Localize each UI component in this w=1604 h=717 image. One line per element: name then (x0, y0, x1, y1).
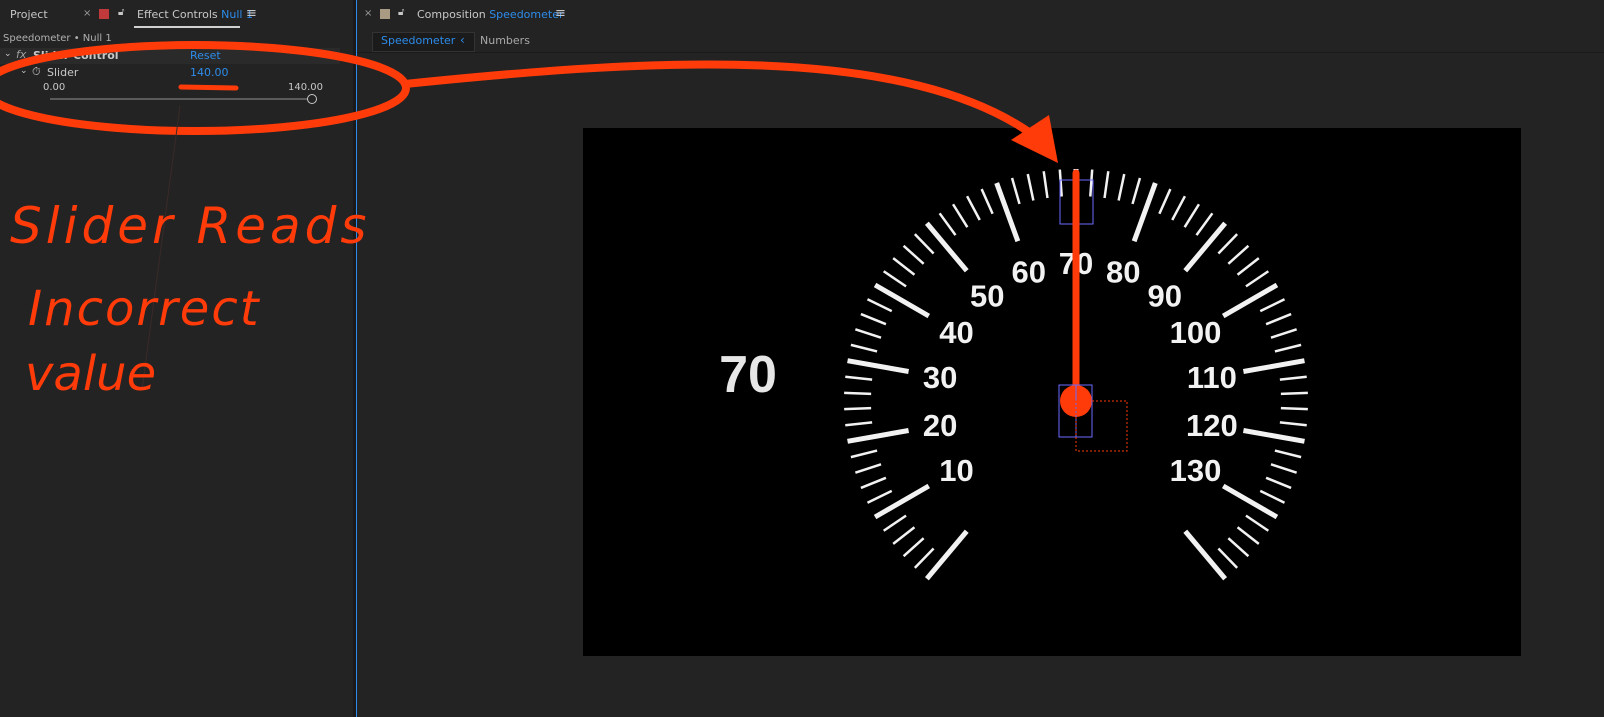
subtab-speedometer-label: Speedometer (381, 34, 456, 47)
fx-icon[interactable]: fx (16, 48, 26, 61)
slider-range-min: 0.00 (43, 82, 66, 93)
lock-icon[interactable]: 🔓︎ (398, 7, 404, 18)
tab-composition[interactable]: Composition Speedometer (417, 8, 564, 21)
tab-effect-controls[interactable]: Effect Controls Null 1 (137, 8, 253, 21)
effect-controls-panel: Project × 🔓︎ Effect Controls Null 1 ≡ Sp… (0, 0, 353, 717)
right-tab-bar: × 🔓︎ Composition Speedometer ≡ (356, 0, 1604, 30)
stopwatch-icon[interactable]: ⏱︎ (32, 65, 41, 79)
twirl-chevron-icon[interactable]: ⌄ (4, 49, 12, 59)
left-tab-bar: Project × 🔓︎ Effect Controls Null 1 ≡ (0, 0, 353, 30)
slider-handle[interactable] (307, 94, 317, 104)
twirl-chevron-icon[interactable]: ⌄ (20, 66, 28, 76)
close-icon[interactable]: × (364, 8, 372, 19)
tab-project[interactable]: Project (10, 8, 48, 21)
chevron-left-icon[interactable]: ‹ (460, 33, 465, 47)
tab-effect-controls-label: Effect Controls (137, 8, 218, 21)
slider-value-field[interactable]: 140.00 (190, 66, 229, 79)
label-color-swatch[interactable] (99, 9, 109, 19)
tab-composition-label: Composition (417, 8, 486, 21)
panel-menu-icon[interactable]: ≡ (555, 6, 566, 21)
subtab-numbers[interactable]: Numbers (480, 34, 530, 47)
slider-track[interactable] (50, 98, 312, 100)
subtab-separator (356, 52, 1604, 53)
label-color-swatch[interactable] (380, 9, 390, 19)
tab-comp-name: Speedometer (489, 8, 564, 21)
breadcrumb: Speedometer • Null 1 (3, 33, 112, 44)
lock-icon[interactable]: 🔓︎ (118, 7, 124, 18)
panel-menu-icon[interactable]: ≡ (246, 6, 257, 21)
close-icon[interactable]: × (83, 8, 91, 19)
property-name: Slider (47, 66, 79, 79)
reset-button[interactable]: Reset (190, 49, 221, 62)
active-tab-indicator (134, 26, 240, 28)
composition-viewer[interactable] (583, 128, 1521, 656)
slider-range-max: 140.00 (288, 82, 323, 93)
panel-focus-border (356, 0, 357, 717)
effect-name: Slider Control (33, 49, 119, 62)
composition-panel: × 🔓︎ Composition Speedometer ≡ Speedomet… (356, 0, 1604, 717)
